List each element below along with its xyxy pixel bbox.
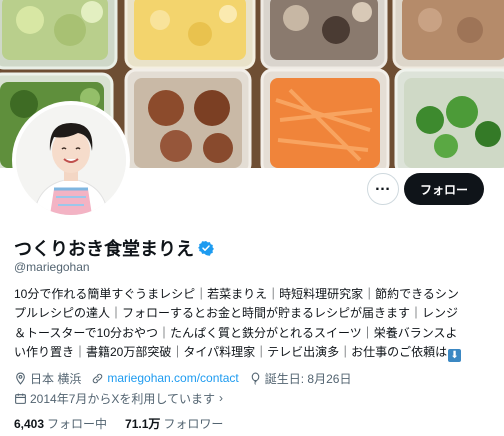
- website-item[interactable]: mariegohan.com/contact: [91, 371, 239, 385]
- following-link[interactable]: 6,403 フォロー中: [14, 415, 107, 432]
- birthday-text: 誕生日: 8月26日: [264, 371, 352, 386]
- website-link[interactable]: mariegohan.com/contact: [107, 371, 238, 385]
- location-pin-icon: [16, 372, 25, 385]
- down-arrow-emoji-icon: ⬇: [448, 349, 462, 363]
- location-text: 日本 横浜: [30, 371, 82, 386]
- avatar-photo: [16, 105, 126, 215]
- joined-item[interactable]: 2014年7月からXを利用しています ›: [14, 389, 361, 407]
- followers-link[interactable]: 71.1万 フォロワー: [125, 415, 223, 432]
- following-label: フォロー中: [47, 417, 108, 431]
- birthday-item: 誕生日: 8月26日: [249, 370, 352, 387]
- more-options-icon: …: [374, 177, 392, 194]
- follow-stats: 6,403 フォロー中 71.1万 フォロワー: [14, 415, 241, 432]
- profile-name-row: つくりおき食堂まりえ: [14, 235, 214, 261]
- calendar-icon: [15, 393, 26, 404]
- bio-line-text: い作り置き｜書籍20万部突破｜タイパ料理家｜テレビ出演多｜お仕事のご依頼は: [14, 345, 448, 360]
- more-options-button[interactable]: …: [367, 173, 399, 205]
- bio-line: い作り置き｜書籍20万部突破｜タイパ料理家｜テレビ出演多｜お仕事のご依頼は ⬇: [14, 343, 492, 363]
- link-icon: [93, 373, 103, 383]
- verified-badge-icon[interactable]: [198, 240, 214, 256]
- followers-count: 71.1万: [125, 417, 161, 431]
- following-count: 6,403: [14, 417, 45, 431]
- profile-meta: 日本 横浜 mariegohan.com/contact 誕生日: 8月26日 …: [14, 369, 361, 407]
- joined-text: 2014年7月からXを利用しています: [30, 391, 216, 406]
- display-name: つくりおき食堂まりえ: [14, 239, 194, 259]
- profile-handle: @mariegohan: [14, 260, 90, 274]
- profile-bio: 10分で作れる簡単すぐうまレシピ｜若菜まりえ｜時短料理研究家｜節約できるシン プ…: [14, 285, 492, 363]
- bio-line: 10分で作れる簡単すぐうまレシピ｜若菜まりえ｜時短料理研究家｜節約できるシン: [14, 287, 459, 301]
- avatar[interactable]: [12, 101, 130, 219]
- bio-line: プルレシピの達人｜フォローするとお金と時間が貯まるレシピが届きます｜レンジ: [14, 306, 459, 321]
- balloon-icon: [251, 372, 260, 385]
- follow-button[interactable]: フォロー: [404, 173, 484, 205]
- location-item: 日本 横浜: [14, 370, 81, 387]
- chevron-right-icon: ›: [219, 391, 224, 405]
- bio-line: ＆トースターで10分おやつ｜たんぱく質と鉄分がとれるスイーツ｜栄養バランスよ: [14, 325, 458, 340]
- followers-label: フォロワー: [163, 417, 224, 431]
